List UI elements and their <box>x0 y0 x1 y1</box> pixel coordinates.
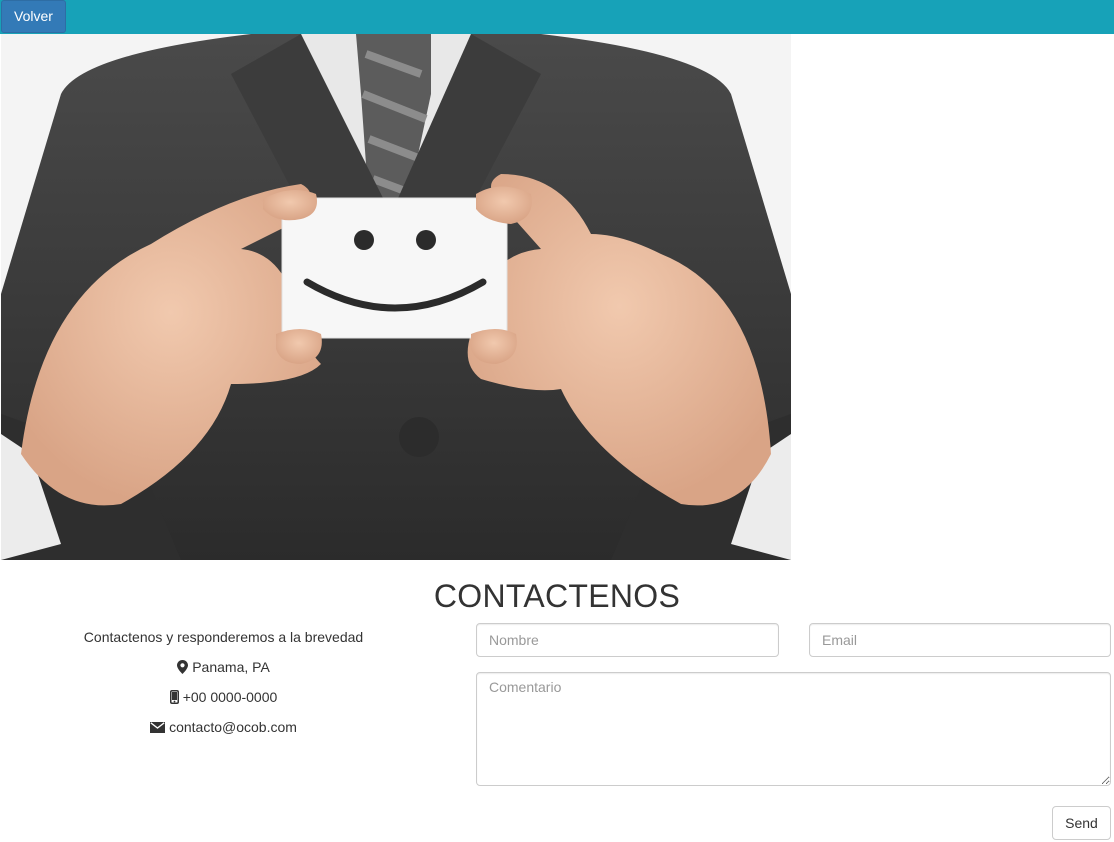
hero-image <box>1 34 791 560</box>
contact-intro-text: Contactenos y responderemos a la breveda… <box>83 629 364 645</box>
contact-location: Panama, PA <box>0 652 447 682</box>
comment-textarea[interactable] <box>476 672 1111 786</box>
contact-location-text: Panama, PA <box>192 659 270 675</box>
back-button[interactable]: Volver <box>1 0 66 33</box>
send-button[interactable]: Send <box>1052 806 1111 840</box>
envelope-icon <box>150 721 166 733</box>
map-marker-icon <box>177 660 189 674</box>
contact-phone-text: +00 0000-0000 <box>182 689 278 705</box>
smiley-card-image <box>1 34 791 560</box>
contact-email-text: contacto@ocob.com <box>169 719 297 735</box>
top-navbar: Volver <box>0 0 1114 34</box>
name-input[interactable] <box>476 623 779 657</box>
contact-intro: Contactenos y responderemos a la breveda… <box>0 622 447 652</box>
contact-phone: +00 0000-0000 <box>0 682 447 712</box>
email-input[interactable] <box>809 623 1111 657</box>
contact-info: Contactenos y responderemos a la breveda… <box>0 622 447 742</box>
page-title: CONTACTENOS <box>433 578 681 614</box>
contact-email: contacto@ocob.com <box>0 712 447 742</box>
mobile-phone-icon <box>169 690 179 704</box>
